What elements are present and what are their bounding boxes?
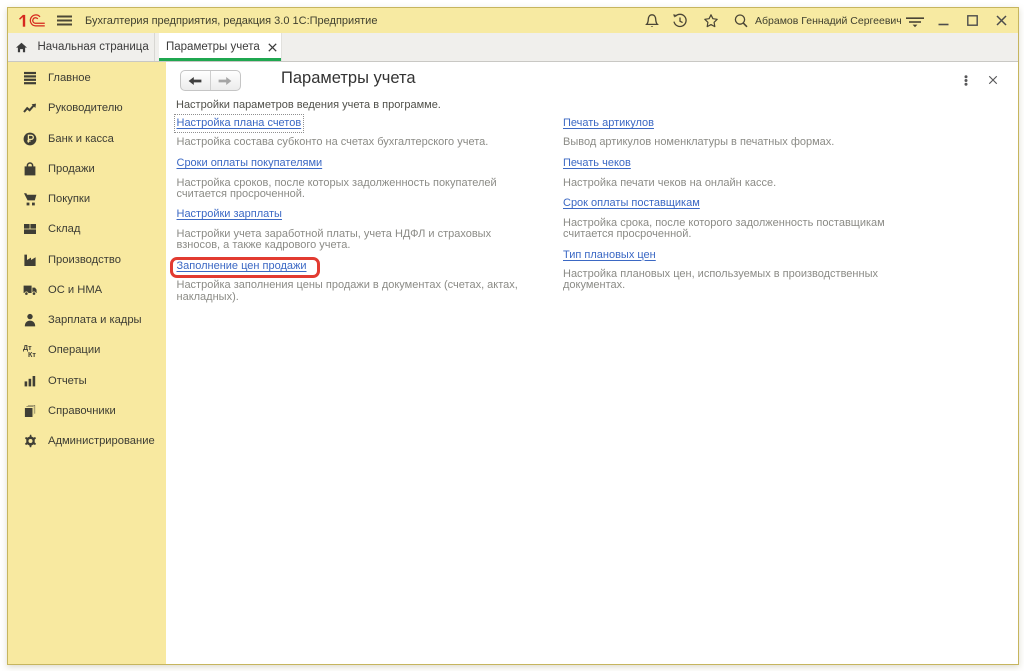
back-arrow-icon	[188, 76, 202, 86]
factory-icon	[23, 253, 37, 267]
sidebar-item-label: Администрирование	[48, 435, 155, 447]
warehouse-boxes-icon	[23, 222, 37, 236]
search-magnifier-icon[interactable]	[733, 13, 749, 29]
maximize-button[interactable]	[966, 14, 979, 27]
sidebar-item-label: Банк и касса	[48, 133, 114, 145]
sidebar-item-label: ОС и НМА	[48, 284, 102, 296]
settings-column-right: Печать артикулов Вывод артикулов номенкла…	[563, 117, 899, 311]
sidebar-item-label: Главное	[48, 72, 91, 84]
home-icon	[16, 42, 27, 53]
close-form-icon[interactable]	[988, 75, 998, 85]
settings-link[interactable]: Срок оплаты поставщикам	[563, 197, 700, 210]
close-window-button[interactable]	[995, 14, 1008, 27]
trend-arrow-icon	[23, 101, 37, 115]
tab-home-page[interactable]: Начальная страница	[8, 33, 155, 61]
settings-desc: Настройка сроков, после которых задолжен…	[177, 178, 529, 200]
truck-icon	[23, 283, 37, 297]
sidebar-item-label: Отчеты	[48, 375, 87, 387]
history-clock-icon[interactable]	[672, 13, 688, 29]
settings-link[interactable]: Печать чеков	[563, 157, 631, 170]
settings-link[interactable]: Настройка плана счетов	[177, 117, 302, 130]
section-sidebar: Главное Руководителю Банк и касса Продажи По…	[8, 62, 166, 664]
tab-bar: Начальная страница Параметры учета	[8, 33, 1018, 62]
sidebar-item-3[interactable]: Банк и касса	[8, 124, 166, 154]
sidebar-item-1[interactable]: Главное	[8, 63, 166, 93]
back-button[interactable]	[181, 71, 211, 90]
settings-link[interactable]: Печать артикулов	[563, 117, 654, 130]
person-icon	[23, 313, 37, 327]
ruble-coin-icon	[23, 132, 37, 146]
sidebar-item-label: Производство	[48, 254, 121, 266]
sidebar-item-11[interactable]: Отчеты	[8, 366, 166, 396]
sidebar-item-12[interactable]: Справочники	[8, 396, 166, 426]
sidebar-item-4[interactable]: Продажи	[8, 154, 166, 184]
page-title: Параметры учета	[281, 69, 416, 88]
tab-parameters-label: Параметры учета	[166, 41, 260, 53]
settings-link[interactable]: Настройки зарплаты	[177, 208, 282, 221]
sidebar-item-label: Склад	[48, 223, 80, 235]
settings-desc: Настройка печати чеков на онлайн кассе.	[563, 178, 899, 189]
settings-desc: Настройка состава субконто на счетах бух…	[177, 137, 529, 148]
settings-desc: Вывод артикулов номенклатуры в печатных …	[563, 137, 899, 148]
main-row: Главное Руководителю Банк и касса Продажи По…	[8, 62, 1018, 664]
forward-arrow-icon	[218, 76, 232, 86]
sidebar-item-6[interactable]: Склад	[8, 214, 166, 244]
gear-icon	[23, 434, 37, 448]
sidebar-item-label: Справочники	[48, 405, 116, 417]
notifications-bell-icon[interactable]	[644, 13, 660, 29]
settings-link[interactable]: Сроки оплаты покупателями	[177, 157, 323, 170]
tab-parameters[interactable]: Параметры учета	[159, 33, 282, 61]
tab-home-label: Начальная страница	[38, 41, 149, 53]
bar-chart-icon	[23, 374, 37, 388]
shopping-cart-icon	[23, 192, 37, 206]
settings-link[interactable]: Тип плановых цен	[563, 249, 656, 262]
settings-column-left: Настройка плана счетов Настройка состава …	[177, 117, 529, 311]
settings-desc: Настройки учета заработной платы, учета …	[177, 229, 529, 251]
book-icon	[23, 404, 37, 418]
settings-item: Печать артикулов Вывод артикулов номенкла…	[563, 117, 899, 149]
settings-item: Срок оплаты поставщикам Настройка срока, …	[563, 197, 899, 240]
nav-history-buttons	[180, 70, 241, 91]
settings-item: Настройка плана счетов Настройка состава …	[177, 117, 529, 149]
more-actions-icon[interactable]	[960, 75, 972, 86]
debit-credit-icon: ДтКт	[23, 343, 37, 357]
sidebar-item-5[interactable]: Покупки	[8, 184, 166, 214]
tab-close-icon[interactable]	[268, 43, 277, 52]
sidebar-item-label: Покупки	[48, 193, 90, 205]
settings-link[interactable]: Заполнение цен продажи	[177, 260, 307, 273]
titlebar-actions: Абрамов Геннадий Сергеевич	[8, 8, 1018, 33]
sidebar-item-9[interactable]: Зарплата и кадры	[8, 305, 166, 335]
sidebar-item-7[interactable]: Производство	[8, 245, 166, 275]
shopping-bag-icon	[23, 162, 37, 176]
active-tab-underline	[159, 58, 281, 61]
settings-desc: Настройка заполнения цены продажи в доку…	[177, 280, 529, 302]
current-user[interactable]: Абрамов Геннадий Сергеевич	[755, 15, 902, 27]
settings-item: Сроки оплаты покупателями Настройка сроко…	[177, 157, 529, 200]
settings-columns: Настройка плана счетов Настройка состава …	[177, 117, 900, 311]
minimize-button[interactable]	[937, 14, 950, 27]
sidebar-item-8[interactable]: ОС и НМА	[8, 275, 166, 305]
menu-lines-icon	[23, 71, 37, 85]
favorites-star-icon[interactable]	[703, 13, 719, 29]
settings-item: Настройки зарплаты Настройки учета зарабо…	[177, 208, 529, 251]
sidebar-item-2[interactable]: Руководителю	[8, 93, 166, 123]
sidebar-item-label: Операции	[48, 344, 100, 356]
settings-item: Печать чеков Настройка печати чеков на он…	[563, 157, 899, 189]
titlebar: Бухгалтерия предприятия, редакция 3.0 1С…	[8, 8, 1018, 33]
settings-item: Заполнение цен продажи Настройка заполнен…	[177, 260, 529, 303]
content-panel: Параметры учета Настройки параметров вед…	[166, 62, 1018, 664]
settings-desc: Настройка плановых цен, используемых в п…	[563, 269, 899, 291]
forward-button[interactable]	[211, 71, 241, 90]
sidebar-item-label: Продажи	[48, 163, 95, 175]
app-window: Бухгалтерия предприятия, редакция 3.0 1С…	[7, 7, 1019, 665]
sidebar-item-10[interactable]: ДтКт Операции	[8, 335, 166, 365]
sidebar-item-label: Руководителю	[48, 102, 123, 114]
service-menu-icon[interactable]	[905, 13, 925, 29]
settings-item: Тип плановых цен Настройка плановых цен, …	[563, 249, 899, 292]
sidebar-item-label: Зарплата и кадры	[48, 314, 142, 326]
page-subtitle: Настройки параметров ведения учета в про…	[176, 99, 441, 111]
sidebar-item-13[interactable]: Администрирование	[8, 426, 166, 456]
settings-desc: Настройка срока, после которого задолжен…	[563, 218, 899, 240]
svg-text:Кт: Кт	[28, 350, 36, 357]
